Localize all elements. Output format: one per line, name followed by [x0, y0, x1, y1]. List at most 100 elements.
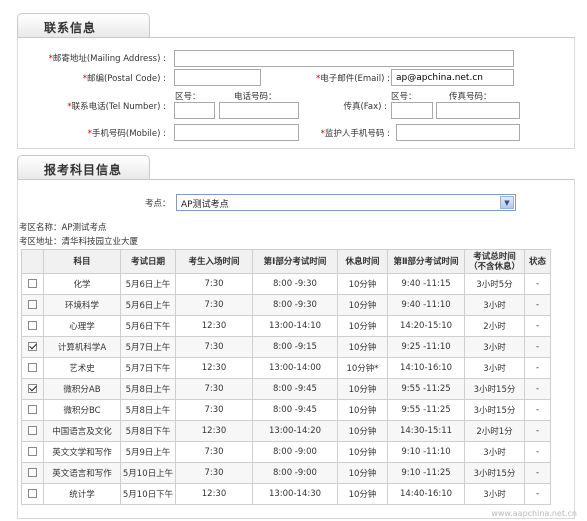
table-header-row: 科目 考试日期 考生入场时间 第Ⅰ部分考试时间 休息时间 第Ⅱ部分考试时间 考试… — [21, 249, 551, 274]
subject-checkbox[interactable] — [28, 426, 37, 435]
select-cell — [21, 462, 44, 484]
postal-code-input[interactable] — [174, 69, 261, 86]
entry-time-cell: 7:30 — [175, 441, 253, 463]
header-break-time: 休息时间 — [337, 249, 388, 274]
total-time-cell: 3小时 — [464, 336, 525, 358]
exam-date-cell: 5月8日上午 — [120, 378, 176, 400]
email-input[interactable] — [391, 69, 514, 86]
exam-area-name: 考区名称：AP测试考点 — [19, 223, 107, 233]
subject-cell: 心理学 — [43, 315, 121, 337]
table-row: 中国语言及文化 5月8日下午 12:30 13:00-14:20 10分钟 14:30-1… — [21, 420, 551, 442]
subject-checkbox[interactable] — [28, 405, 37, 414]
exam-date-cell: 5月8日下午 — [120, 420, 176, 442]
subject-checkbox[interactable] — [28, 342, 37, 351]
part2-time-cell: 9:25 -11:10 — [387, 336, 465, 358]
table-row: 微积分AB 5月8日上午 7:30 8:00 -9:45 10分钟 9:55 -11:25… — [21, 378, 551, 400]
subject-checkbox[interactable] — [28, 447, 37, 456]
fax-area-code-input[interactable] — [391, 102, 433, 119]
status-cell: - — [524, 378, 551, 400]
select-cell — [21, 273, 44, 295]
break-time-cell: 10分钟 — [337, 294, 388, 316]
break-time-cell: 10分钟 — [337, 336, 388, 358]
entry-time-cell: 7:30 — [175, 336, 253, 358]
header-select — [21, 249, 44, 274]
break-time-cell: 10分钟 — [337, 273, 388, 295]
part1-time-cell: 13:00-14:00 — [252, 357, 338, 379]
total-time-cell: 3小时15分 — [464, 462, 525, 484]
status-cell: - — [524, 399, 551, 421]
exam-date-cell: 5月9日上午 — [120, 441, 176, 463]
exam-date-cell: 5月7日上午 — [120, 336, 176, 358]
status-cell: - — [524, 483, 551, 505]
select-cell — [21, 399, 44, 421]
email-label: *电子邮件(Email) : — [315, 74, 390, 84]
part1-time-cell: 8:00 -9:30 — [252, 294, 338, 316]
mobile-input[interactable] — [174, 124, 299, 141]
part2-time-cell: 9:10 -11:10 — [387, 441, 465, 463]
subject-cell: 环境科学 — [43, 294, 121, 316]
fax-area-code-label: 区号： — [391, 92, 417, 102]
entry-time-cell: 7:30 — [175, 378, 253, 400]
entry-time-cell: 7:30 — [175, 462, 253, 484]
subject-checkbox[interactable] — [28, 363, 37, 372]
part2-time-cell: 14:20-15:10 — [387, 315, 465, 337]
break-time-cell: 10分钟 — [337, 420, 388, 442]
total-time-cell: 3小时15分 — [464, 399, 525, 421]
break-time-cell: 10分钟 — [337, 315, 388, 337]
table-row: 微积分BC 5月8日上午 7:30 8:00 -9:45 10分钟 9:55 -11:25… — [21, 399, 551, 421]
fax-number-input[interactable] — [436, 102, 520, 119]
guardian-mobile-input[interactable] — [396, 124, 520, 141]
total-time-cell: 2小时1分 — [464, 420, 525, 442]
select-cell — [21, 357, 44, 379]
entry-time-cell: 12:30 — [175, 357, 253, 379]
part1-time-cell: 8:00 -9:00 — [252, 462, 338, 484]
fax-number-label: 传真号码： — [449, 92, 492, 102]
break-time-cell: 10分钟 — [337, 378, 388, 400]
header-exam-date: 考试日期 — [120, 249, 176, 274]
exam-site-selected-value: AP测试考点 — [181, 200, 229, 210]
exam-area-address: 考区地址：清华科技园立业大厦 — [19, 237, 139, 247]
part2-time-cell: 14:40-16:10 — [387, 483, 465, 505]
header-subject: 科目 — [43, 249, 121, 274]
exam-site-select[interactable]: AP测试考点 ▼ — [176, 194, 516, 211]
total-time-cell: 3小时 — [464, 294, 525, 316]
tel-phone-number-input[interactable] — [219, 102, 299, 119]
total-time-cell: 2小时 — [464, 315, 525, 337]
subject-cell: 统计学 — [43, 483, 121, 505]
subject-checkbox[interactable] — [28, 468, 37, 477]
chevron-down-icon[interactable]: ▼ — [500, 196, 514, 209]
part1-time-cell: 8:00 -9:45 — [252, 378, 338, 400]
status-cell: - — [524, 357, 551, 379]
tel-area-code-label: 区号： — [175, 92, 201, 102]
exam-date-cell: 5月10日上午 — [120, 462, 176, 484]
part1-time-cell: 8:00 -9:45 — [252, 399, 338, 421]
subject-checkbox[interactable] — [28, 384, 37, 393]
subject-checkbox[interactable] — [28, 279, 37, 288]
subject-cell: 中国语言及文化 — [43, 420, 121, 442]
status-cell: - — [524, 273, 551, 295]
entry-time-cell: 7:30 — [175, 273, 253, 295]
break-time-cell: 10分钟* — [337, 357, 388, 379]
subject-checkbox[interactable] — [28, 489, 37, 498]
subject-cell: 化学 — [43, 273, 121, 295]
part2-time-cell: 9:55 -11:25 — [387, 399, 465, 421]
status-cell: - — [524, 441, 551, 463]
select-cell — [21, 441, 44, 463]
subject-cell: 英文文学和写作 — [43, 441, 121, 463]
mailing-address-input[interactable] — [174, 50, 514, 67]
table-row: 统计学 5月10日下午 12:30 13:00-14:30 10分钟 14:40-16:1… — [21, 483, 551, 505]
break-time-cell: 10分钟 — [337, 483, 388, 505]
entry-time-cell: 7:30 — [175, 399, 253, 421]
part2-time-cell: 9:40 -11:10 — [387, 294, 465, 316]
entry-time-cell: 12:30 — [175, 315, 253, 337]
total-time-cell: 3小时 — [464, 357, 525, 379]
status-cell: - — [524, 294, 551, 316]
tel-area-code-input[interactable] — [174, 102, 215, 119]
subject-checkbox[interactable] — [28, 321, 37, 330]
header-part1-time: 第Ⅰ部分考试时间 — [252, 249, 338, 274]
subject-checkbox[interactable] — [28, 300, 37, 309]
break-time-cell: 10分钟 — [337, 462, 388, 484]
status-cell: - — [524, 462, 551, 484]
entry-time-cell: 7:30 — [175, 294, 253, 316]
part1-time-cell: 8:00 -9:30 — [252, 273, 338, 295]
